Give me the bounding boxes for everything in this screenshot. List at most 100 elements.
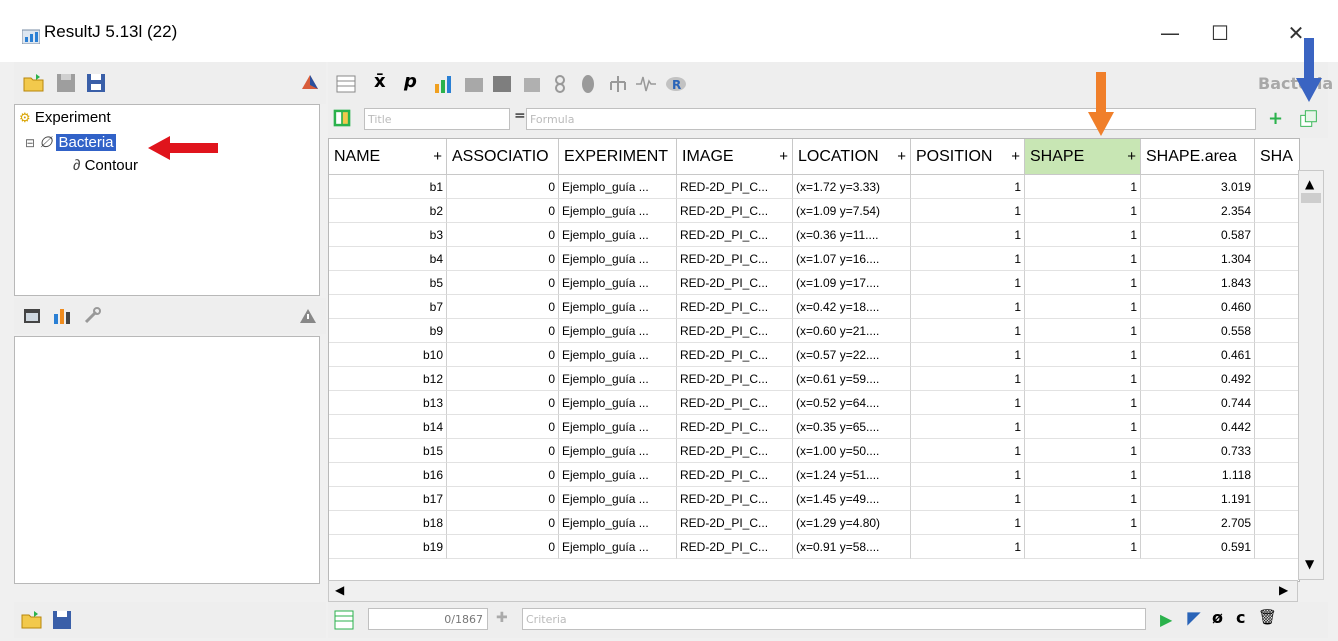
table-cell[interactable]: 0 — [447, 175, 559, 199]
table-cell[interactable]: 0.492 — [1141, 367, 1255, 391]
formula-input[interactable]: Formula — [526, 108, 1256, 130]
table-cell[interactable]: RED-2D_PI_C... — [677, 367, 793, 391]
table-cell[interactable]: 1 — [1025, 367, 1141, 391]
table-cell[interactable]: 0.587 — [1141, 223, 1255, 247]
table-cell[interactable]: 0 — [447, 439, 559, 463]
table-cell[interactable]: 1 — [911, 439, 1025, 463]
column-header-position[interactable]: POSITION + — [911, 139, 1025, 175]
table-cell[interactable]: RED-2D_PI_C... — [677, 439, 793, 463]
table-row[interactable]: b15 0 Ejemplo_guía ... RED-2D_PI_C... (x=1.0… — [329, 439, 1299, 463]
table-cell[interactable]: RED-2D_PI_C... — [677, 223, 793, 247]
table-cell[interactable]: 1 — [1025, 535, 1141, 559]
table-cell[interactable]: RED-2D_PI_C... — [677, 487, 793, 511]
table-cell[interactable]: b5 — [329, 271, 447, 295]
scroll-left-icon[interactable]: ◀ — [335, 583, 344, 597]
table-cell[interactable]: 0.460 — [1141, 295, 1255, 319]
sort-plus-icon[interactable]: + — [1011, 139, 1020, 174]
dot-plot-icon[interactable] — [548, 72, 572, 96]
table-row[interactable]: b12 0 Ejemplo_guía ... RED-2D_PI_C... (x=0.6… — [329, 367, 1299, 391]
table-view-icon[interactable] — [334, 72, 358, 96]
table-cell[interactable]: 0.591 — [1141, 535, 1255, 559]
bar-chart-icon[interactable] — [432, 72, 456, 96]
chart-tool-icon[interactable] — [50, 304, 74, 328]
table-cell[interactable]: RED-2D_PI_C... — [677, 247, 793, 271]
table-cell[interactable]: Ejemplo_guía ... — [559, 223, 677, 247]
run-icon[interactable]: ▶ — [1160, 610, 1172, 629]
table-cell[interactable]: Ejemplo_guía ... — [559, 295, 677, 319]
minimize-button[interactable]: — — [1150, 18, 1190, 48]
table-cell[interactable]: b4 — [329, 247, 447, 271]
table-cell[interactable]: 0 — [447, 511, 559, 535]
table-cell[interactable]: 1 — [911, 487, 1025, 511]
table-cell[interactable]: 1 — [911, 271, 1025, 295]
export-icon[interactable] — [50, 608, 74, 632]
table-cell[interactable]: 1 — [1025, 439, 1141, 463]
column-header-shape[interactable]: SHAPE + — [1025, 139, 1141, 175]
violin-icon[interactable] — [576, 72, 600, 96]
table-cell[interactable]: b18 — [329, 511, 447, 535]
table-cell[interactable]: 0.442 — [1141, 415, 1255, 439]
table-cell[interactable]: b19 — [329, 535, 447, 559]
sheet-icon[interactable] — [332, 608, 356, 632]
table-cell[interactable]: Ejemplo_guía ... — [559, 391, 677, 415]
column-header-location[interactable]: LOCATION + — [793, 139, 911, 175]
table-cell[interactable]: b2 — [329, 199, 447, 223]
table-cell[interactable]: 1 — [1025, 271, 1141, 295]
p-value-icon[interactable]: p — [404, 71, 428, 95]
table-cell[interactable]: (x=1.24 y=51.... — [793, 463, 911, 487]
table-cell[interactable]: RED-2D_PI_C... — [677, 271, 793, 295]
table-cell[interactable]: RED-2D_PI_C... — [677, 199, 793, 223]
table-row[interactable]: b7 0 Ejemplo_guía ... RED-2D_PI_C... (x=0.42… — [329, 295, 1299, 319]
detach-window-icon[interactable] — [1298, 108, 1320, 130]
table-cell[interactable]: RED-2D_PI_C... — [677, 415, 793, 439]
table-cell[interactable]: Ejemplo_guía ... — [559, 487, 677, 511]
table-cell[interactable]: b9 — [329, 319, 447, 343]
table-cell[interactable]: RED-2D_PI_C... — [677, 391, 793, 415]
table-cell[interactable]: 1 — [1025, 247, 1141, 271]
column-header-shape-more[interactable]: SHA — [1255, 139, 1299, 175]
table-cell[interactable]: Ejemplo_guía ... — [559, 343, 677, 367]
open-folder-icon[interactable] — [22, 71, 46, 95]
table-row[interactable]: b4 0 Ejemplo_guía ... RED-2D_PI_C... (x=1.07… — [329, 247, 1299, 271]
signal-icon[interactable] — [634, 72, 658, 96]
maximize-button[interactable]: ☐ — [1200, 18, 1240, 48]
scroll-thumb[interactable] — [1301, 193, 1321, 203]
table-row[interactable]: b13 0 Ejemplo_guía ... RED-2D_PI_C... (x=0.5… — [329, 391, 1299, 415]
filter-icon[interactable]: ✚ — [496, 610, 508, 626]
table-cell[interactable]: 0 — [447, 343, 559, 367]
tree-item-bacteria[interactable]: ⊟ ∅ Bacteria — [25, 133, 116, 151]
window-icon[interactable] — [20, 304, 44, 328]
table-cell[interactable]: 1 — [911, 319, 1025, 343]
save-icon[interactable] — [54, 71, 78, 95]
sort-plus-icon[interactable]: + — [433, 139, 442, 174]
table-cell[interactable]: 1 — [1025, 343, 1141, 367]
table-cell[interactable]: 1 — [911, 367, 1025, 391]
table-row[interactable]: b5 0 Ejemplo_guía ... RED-2D_PI_C... (x=1.09… — [329, 271, 1299, 295]
table-row[interactable]: b9 0 Ejemplo_guía ... RED-2D_PI_C... (x=0.60… — [329, 319, 1299, 343]
delete-icon[interactable]: 🗑 — [1258, 608, 1277, 626]
table-cell[interactable]: 1.191 — [1141, 487, 1255, 511]
criteria-input[interactable]: Criteria — [522, 608, 1146, 630]
table-cell[interactable]: 0 — [447, 391, 559, 415]
table-cell[interactable]: 2.354 — [1141, 199, 1255, 223]
table-cell[interactable]: b3 — [329, 223, 447, 247]
table-cell[interactable]: 1 — [911, 511, 1025, 535]
import-icon[interactable] — [20, 608, 44, 632]
table-cell[interactable]: 0 — [447, 247, 559, 271]
wrench-icon[interactable] — [80, 304, 104, 328]
column-header-association[interactable]: ASSOCIATIO — [447, 139, 559, 175]
add-column-icon[interactable]: + — [1268, 110, 1286, 128]
table-cell[interactable]: 0 — [447, 199, 559, 223]
stacked-icon[interactable] — [520, 72, 544, 96]
table-cell[interactable]: (x=0.60 y=21.... — [793, 319, 911, 343]
column-header-image[interactable]: IMAGE + — [677, 139, 793, 175]
table-cell[interactable]: 1 — [911, 463, 1025, 487]
tree-item-contour[interactable]: ∂ Contour — [73, 157, 138, 174]
table-cell[interactable]: 0 — [447, 463, 559, 487]
table-cell[interactable]: 1 — [1025, 487, 1141, 511]
horizontal-scrollbar[interactable]: ◀ ▶ — [328, 580, 1298, 602]
mean-icon[interactable]: x̄ — [374, 71, 398, 95]
table-cell[interactable]: 1 — [1025, 295, 1141, 319]
table-cell[interactable]: Ejemplo_guía ... — [559, 367, 677, 391]
table-cell[interactable]: 1.304 — [1141, 247, 1255, 271]
